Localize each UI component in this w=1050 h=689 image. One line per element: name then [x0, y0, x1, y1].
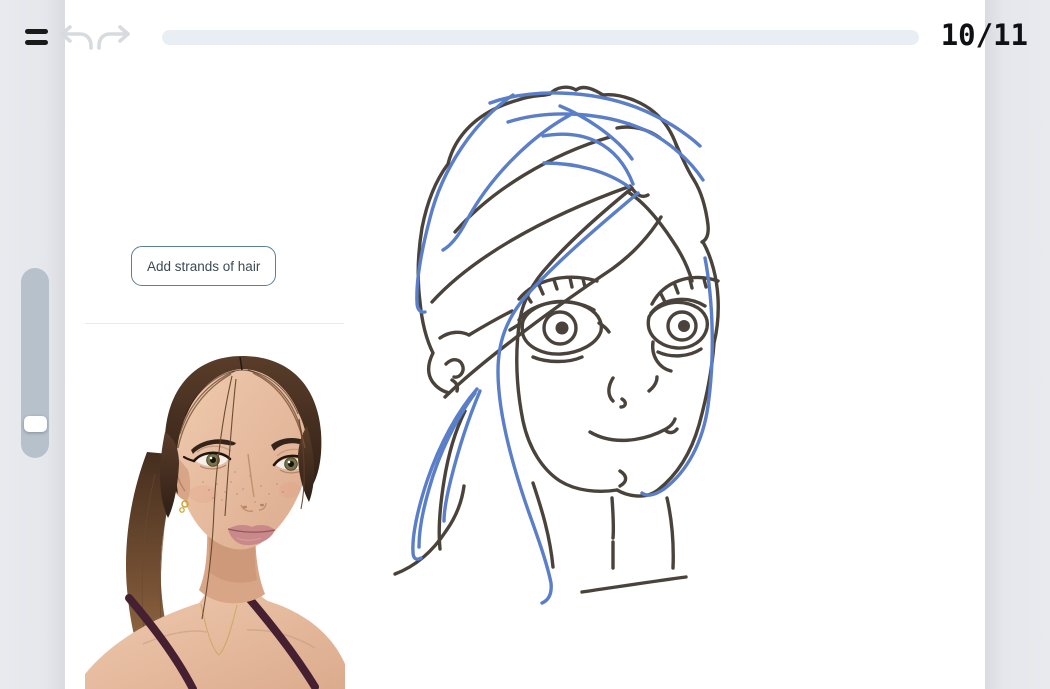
drawing-canvas[interactable] [370, 80, 790, 640]
step-counter: 10/11 [941, 18, 1028, 52]
reference-photo-image [85, 324, 345, 689]
right-gutter [985, 0, 1050, 689]
undo-button[interactable] [56, 20, 94, 54]
undo-icon [56, 20, 94, 54]
tutorial-progress-bar [162, 30, 919, 45]
instruction-button[interactable]: Add strands of hair [131, 246, 276, 286]
blue-hair-strand-strokes [413, 93, 712, 603]
redo-button[interactable] [96, 20, 134, 54]
menu-icon [25, 29, 48, 34]
zoom-slider[interactable] [21, 268, 49, 458]
menu-button[interactable] [25, 29, 48, 46]
zoom-slider-thumb[interactable] [24, 416, 47, 432]
redo-icon [96, 20, 134, 54]
sketch-drawing [370, 80, 790, 640]
reference-photo [85, 324, 345, 689]
menu-icon [25, 40, 48, 45]
